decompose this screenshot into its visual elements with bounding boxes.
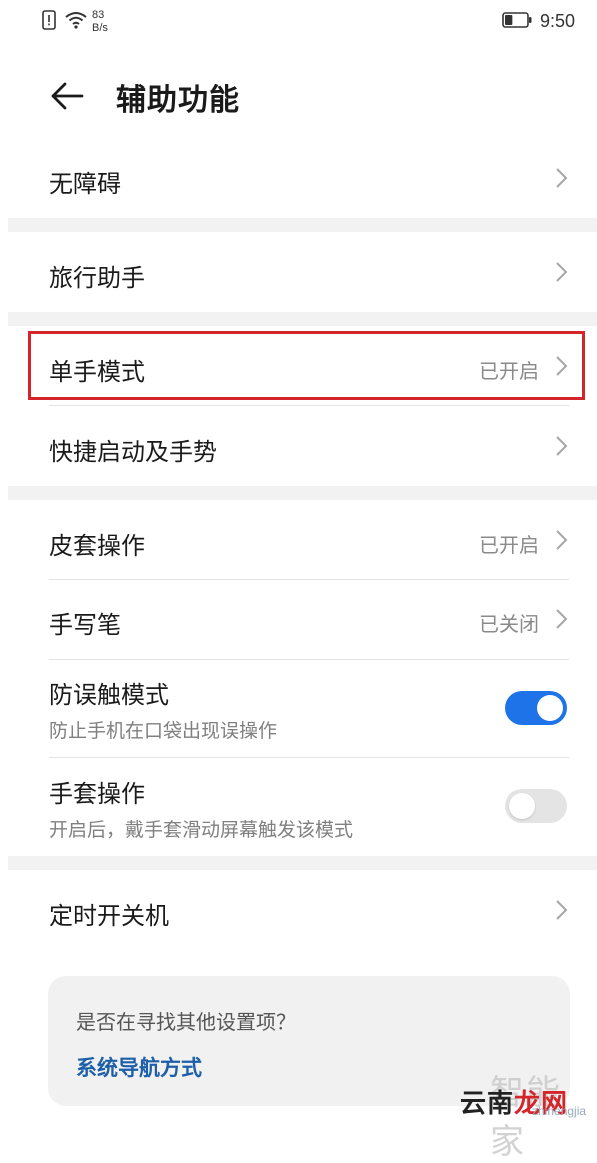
row-cover-operation[interactable]: 皮套操作 已开启 bbox=[0, 500, 597, 579]
row-travel-assistant[interactable]: 旅行助手 bbox=[0, 232, 597, 312]
group-separator bbox=[8, 218, 597, 232]
row-one-handed-mode[interactable]: 单手模式 已开启 bbox=[0, 326, 597, 406]
suggestion-question: 是否在寻找其他设置项？ bbox=[76, 1010, 296, 1034]
row-label: 无障碍 bbox=[49, 170, 121, 198]
glove-mode-toggle[interactable] bbox=[505, 789, 567, 823]
row-glove-mode: 手套操作 开启后，戴手套滑动屏幕触发该模式 bbox=[0, 757, 597, 855]
watermark-text-a: 云南 bbox=[460, 1089, 515, 1119]
row-label: 防误触模式 bbox=[49, 681, 169, 709]
chevron-right-icon bbox=[556, 900, 568, 920]
accidental-touch-toggle[interactable] bbox=[505, 691, 567, 725]
row-subtitle: 防止手机在口袋出现误操作 bbox=[49, 720, 278, 742]
settings-group-accessibility: 无障碍 bbox=[0, 138, 597, 218]
row-quick-launch-gestures[interactable]: 快捷启动及手势 bbox=[0, 406, 597, 486]
chevron-right-icon bbox=[556, 356, 568, 376]
row-label: 皮套操作 bbox=[49, 532, 145, 560]
row-label: 快捷启动及手势 bbox=[49, 438, 217, 466]
row-label: 单手模式 bbox=[49, 358, 145, 386]
row-label: 定时开关机 bbox=[49, 902, 169, 930]
page-title: 辅助功能 bbox=[116, 83, 240, 118]
back-button[interactable] bbox=[48, 76, 88, 116]
row-status: 已开启 bbox=[479, 359, 539, 383]
row-accidental-touch: 防误触模式 防止手机在口袋出现误操作 bbox=[0, 659, 597, 757]
network-speed-value: 83 bbox=[92, 9, 105, 21]
row-label: 旅行助手 bbox=[49, 264, 145, 292]
settings-group-travel: 旅行助手 bbox=[0, 232, 597, 312]
back-arrow-icon bbox=[51, 82, 84, 110]
group-separator bbox=[8, 312, 597, 326]
alert-sim-icon bbox=[42, 10, 56, 34]
row-label: 手写笔 bbox=[49, 611, 121, 639]
chevron-right-icon bbox=[556, 609, 568, 629]
chevron-right-icon bbox=[556, 168, 568, 188]
row-label: 手套操作 bbox=[49, 780, 145, 808]
network-speed: 83 B/s bbox=[92, 9, 108, 35]
title-bar: 辅助功能 bbox=[0, 60, 597, 130]
clock: 9:50 bbox=[539, 11, 575, 31]
chevron-right-icon bbox=[556, 262, 568, 282]
battery-icon bbox=[502, 11, 532, 32]
group-separator bbox=[8, 486, 597, 500]
row-status: 已关闭 bbox=[479, 612, 539, 636]
group-separator bbox=[8, 856, 597, 870]
chevron-right-icon bbox=[556, 530, 568, 550]
row-status: 已开启 bbox=[479, 533, 539, 557]
settings-group-controls: 单手模式 已开启 快捷启动及手势 bbox=[0, 326, 597, 486]
settings-group-covers: 皮套操作 已开启 手写笔 已关闭 防误触模式 防止手机在口袋出现误操作 手套操作… bbox=[0, 500, 597, 856]
network-speed-unit: B/s bbox=[92, 22, 108, 34]
row-stylus[interactable]: 手写笔 已关闭 bbox=[0, 579, 597, 659]
wifi-icon bbox=[64, 11, 88, 33]
settings-group-schedule: 定时开关机 bbox=[0, 870, 597, 950]
toggle-knob bbox=[509, 793, 535, 819]
suggestion-link[interactable]: 系统导航方式 bbox=[76, 1052, 202, 1082]
watermark-url: zhinengjia bbox=[532, 1104, 587, 1118]
toggle-knob bbox=[537, 695, 563, 721]
row-subtitle: 开启后，戴手套滑动屏幕触发该模式 bbox=[49, 819, 354, 841]
chevron-right-icon bbox=[556, 436, 568, 456]
row-accessibility[interactable]: 无障碍 bbox=[0, 138, 597, 218]
row-scheduled-power[interactable]: 定时开关机 bbox=[0, 870, 597, 950]
status-bar: 83 B/s 9:50 bbox=[0, 0, 597, 46]
